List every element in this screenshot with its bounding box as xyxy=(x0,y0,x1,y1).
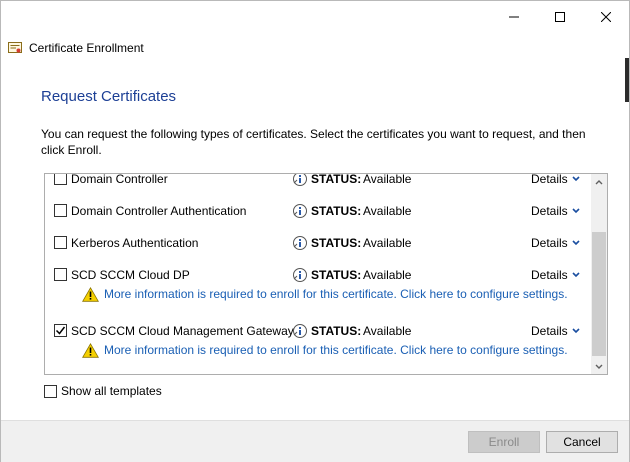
certificate-checkbox[interactable] xyxy=(54,324,67,337)
status-label: STATUS: xyxy=(311,236,362,250)
chevron-down-icon xyxy=(572,240,580,246)
close-button[interactable] xyxy=(583,1,629,33)
maximize-icon xyxy=(555,12,565,22)
cancel-button[interactable]: Cancel xyxy=(546,431,618,453)
scroll-up-button[interactable] xyxy=(591,174,607,190)
details-label: Details xyxy=(531,324,568,338)
certificate-checkbox[interactable] xyxy=(54,236,67,249)
status-label: STATUS: xyxy=(311,324,362,338)
enroll-button[interactable]: Enroll xyxy=(468,431,540,453)
status-value: Available xyxy=(363,204,412,218)
certificate-name: Domain Controller xyxy=(71,173,168,186)
certificate-row-scd-sccm-cloud-management-gateway: SCD SCCM Cloud Management Gateway STATUS… xyxy=(45,320,591,342)
status-value: Available xyxy=(363,324,412,338)
close-icon xyxy=(601,12,611,22)
certificate-checkbox[interactable] xyxy=(54,268,67,281)
warning-icon xyxy=(82,343,99,358)
configure-settings-link[interactable]: More information is required to enroll f… xyxy=(104,287,568,301)
chevron-down-icon xyxy=(572,208,580,214)
certificate-row-scd-sccm-cloud-dp: SCD SCCM Cloud DP STATUS: Available Deta… xyxy=(45,264,591,286)
warning-row: More information is required to enroll f… xyxy=(45,342,591,360)
certificate-name: SCD SCCM Cloud Management Gateway xyxy=(71,324,294,338)
certificate-row-domain-controller: Domain Controller STATUS: Available Deta… xyxy=(45,173,591,190)
info-icon xyxy=(293,174,307,186)
status-label: STATUS: xyxy=(311,204,362,218)
details-link[interactable]: Details xyxy=(531,236,580,250)
certificate-row-kerberos-authentication: Kerberos Authentication STATUS: Availabl… xyxy=(45,232,591,254)
vertical-scrollbar[interactable] xyxy=(591,174,607,374)
show-all-templates-checkbox[interactable] xyxy=(44,384,57,398)
certificate-name: Kerberos Authentication xyxy=(71,236,199,250)
intro-text: You can request the following types of c… xyxy=(41,127,586,157)
footer-bar: Enroll Cancel xyxy=(1,420,629,462)
maximize-button[interactable] xyxy=(537,1,583,33)
details-label: Details xyxy=(531,173,568,186)
chevron-down-icon xyxy=(595,364,603,369)
details-label: Details xyxy=(531,268,568,282)
status-label: STATUS: xyxy=(311,268,362,282)
show-all-templates[interactable]: Show all templates xyxy=(44,384,162,398)
info-icon xyxy=(293,268,307,282)
title-bar xyxy=(1,1,629,33)
certificate-name: Domain Controller Authentication xyxy=(71,204,247,218)
scroll-thumb[interactable] xyxy=(592,232,606,356)
info-icon xyxy=(293,204,307,218)
window-title: Certificate Enrollment xyxy=(29,41,144,55)
side-strip xyxy=(625,58,629,102)
certificate-checkbox[interactable] xyxy=(54,204,67,217)
warning-icon xyxy=(82,287,99,302)
details-link[interactable]: Details xyxy=(531,268,580,282)
configure-settings-link[interactable]: More information is required to enroll f… xyxy=(104,343,568,357)
certificate-row-domain-controller-authentication: Domain Controller Authentication STATUS:… xyxy=(45,200,591,222)
status-value: Available xyxy=(363,268,412,282)
certificate-list-content: Domain Controller STATUS: Available Deta… xyxy=(45,174,591,374)
scroll-down-button[interactable] xyxy=(591,358,607,374)
details-label: Details xyxy=(531,236,568,250)
status-label: STATUS: xyxy=(311,173,362,186)
details-link[interactable]: Details xyxy=(531,173,580,186)
certificate-enrollment-window: Certificate Enrollment Request Certifica… xyxy=(0,0,630,462)
certificate-checkbox[interactable] xyxy=(54,174,67,185)
minimize-button[interactable] xyxy=(491,1,537,33)
checkmark-icon xyxy=(55,326,66,335)
warning-row: More information is required to enroll f… xyxy=(45,286,591,304)
chevron-up-icon xyxy=(595,179,603,184)
window-header: Certificate Enrollment xyxy=(8,39,144,57)
certificate-list: Domain Controller STATUS: Available Deta… xyxy=(44,173,608,375)
chevron-down-icon xyxy=(572,176,580,182)
chevron-down-icon xyxy=(572,272,580,278)
show-all-templates-label: Show all templates xyxy=(61,384,162,398)
info-icon xyxy=(293,324,307,338)
certificate-name: SCD SCCM Cloud DP xyxy=(71,268,190,282)
details-link[interactable]: Details xyxy=(531,204,580,218)
details-link[interactable]: Details xyxy=(531,324,580,338)
chevron-down-icon xyxy=(572,328,580,334)
minimize-icon xyxy=(509,16,519,18)
info-icon xyxy=(293,236,307,250)
status-value: Available xyxy=(363,236,412,250)
details-label: Details xyxy=(531,204,568,218)
certificate-icon xyxy=(8,42,22,53)
status-value: Available xyxy=(363,173,412,186)
page-title: Request Certificates xyxy=(41,88,177,105)
